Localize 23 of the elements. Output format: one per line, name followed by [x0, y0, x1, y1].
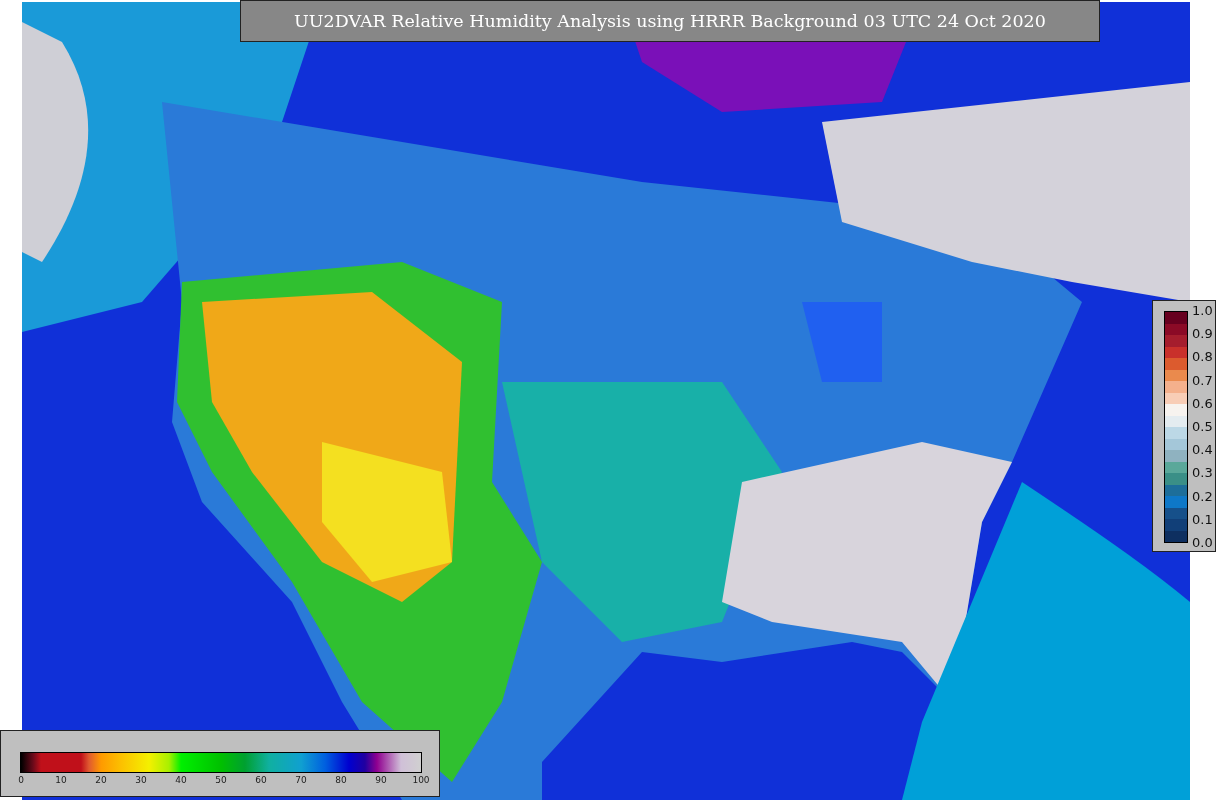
colorbar-label: 0.8 — [1192, 349, 1213, 366]
colorbar-label: 40 — [175, 775, 187, 785]
colorbar-label: 70 — [295, 775, 307, 785]
colorbar-label: 30 — [135, 775, 147, 785]
colorbar-label: 0.7 — [1192, 372, 1213, 389]
colorbar-label: 90 — [375, 775, 387, 785]
colorbar-label: 0.1 — [1192, 511, 1213, 528]
map-title: UU2DVAR Relative Humidity Analysis using HRRR Background 03 UTC 24 Oct 2020 — [240, 0, 1100, 42]
colorbar-label: 10 — [55, 775, 67, 785]
colorbar-label: 0.9 — [1192, 326, 1213, 343]
colorbar-label: 0 — [18, 775, 24, 785]
colorbar-label: 20 — [95, 775, 107, 785]
colorbar-label: 0.0 — [1192, 534, 1213, 551]
colorbar-label: 0.6 — [1192, 395, 1213, 412]
colorbar-label: 60 — [255, 775, 267, 785]
colorbar-label: 0.3 — [1192, 465, 1213, 482]
colorbar-label: 1.0 — [1192, 303, 1213, 319]
colorbar-label: 80 — [335, 775, 347, 785]
colorbar-label: 100 — [412, 775, 430, 785]
colorbar-label: 0.5 — [1192, 418, 1213, 435]
colorbar-label: 0.4 — [1192, 442, 1213, 459]
colorbar-label: 50 — [215, 775, 227, 785]
colorbar-label: 0.2 — [1192, 488, 1213, 505]
